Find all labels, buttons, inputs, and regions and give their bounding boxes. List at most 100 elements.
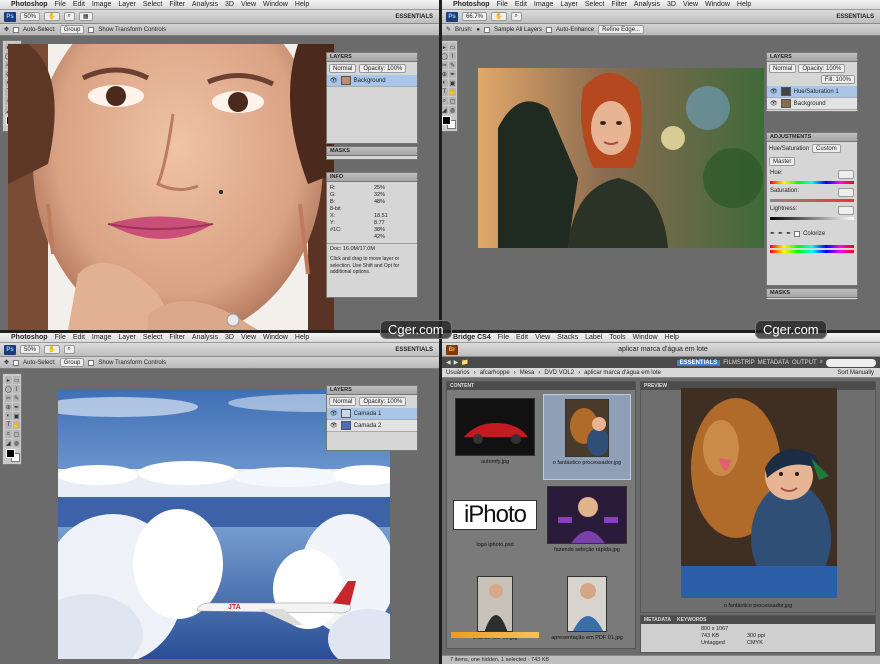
workspace-essentials[interactable]: ESSENTIALS: [676, 359, 721, 366]
saturation-field[interactable]: [838, 188, 854, 197]
tool-icon[interactable]: ▭: [448, 43, 457, 51]
tool-icon[interactable]: ⊕: [5, 403, 12, 411]
menu-file[interactable]: File: [497, 1, 508, 8]
menu-layer[interactable]: Layer: [118, 1, 136, 8]
tool-icon[interactable]: ▭: [12, 376, 21, 384]
move-tool-icon[interactable]: ✥: [4, 359, 9, 366]
auto-enhance-checkbox[interactable]: [546, 26, 553, 33]
sample-all-checkbox[interactable]: [484, 26, 490, 33]
fill-field[interactable]: Fill: 100%: [820, 75, 855, 84]
channel-dropdown[interactable]: Master: [769, 157, 796, 166]
layer-row[interactable]: 👁 Background: [327, 75, 417, 87]
group-dropdown[interactable]: Group: [59, 25, 85, 34]
zoom-tool-icon[interactable]: ⌕: [63, 12, 75, 21]
menu-stacks[interactable]: Stacks: [557, 334, 578, 341]
tool-icon[interactable]: ✒: [448, 70, 457, 78]
tool-icon[interactable]: ▣: [448, 79, 457, 87]
hand-tool-icon[interactable]: ✋: [44, 345, 60, 354]
menu-window[interactable]: Window: [263, 1, 288, 8]
workspace-switcher[interactable]: ESSENTIALS: [395, 14, 433, 20]
hue-slider[interactable]: [770, 181, 854, 184]
tool-icon[interactable]: ◯: [442, 52, 448, 60]
menu-help[interactable]: Help: [737, 1, 751, 8]
menu-view[interactable]: View: [535, 334, 550, 341]
menu-3d[interactable]: 3D: [225, 1, 234, 8]
tab-keywords[interactable]: KEYWORDS: [677, 617, 706, 623]
menu-view[interactable]: View: [241, 1, 256, 8]
layer-row[interactable]: 👁 Camada 2: [327, 420, 417, 432]
tool-icon[interactable]: ⌕: [5, 430, 12, 438]
forward-icon[interactable]: ▶: [454, 359, 459, 366]
tool-icon[interactable]: ✎: [12, 394, 21, 402]
menu-image[interactable]: Image: [534, 1, 553, 8]
breadcrumb-item[interactable]: Mesa: [520, 370, 535, 376]
menu-photoshop[interactable]: Photoshop: [11, 1, 48, 8]
tool-icon[interactable]: ✂: [442, 61, 448, 69]
tool-icon[interactable]: ◐: [442, 79, 448, 87]
menu-photoshop[interactable]: Photoshop: [453, 1, 490, 8]
quick-selection-icon[interactable]: ✎: [446, 26, 451, 33]
zoom-tool-icon[interactable]: ⌕: [510, 12, 522, 21]
tool-icon[interactable]: ▢: [12, 430, 21, 438]
lightness-field[interactable]: [838, 206, 854, 215]
tool-icon[interactable]: ✋: [448, 88, 457, 96]
menu-file[interactable]: File: [55, 1, 66, 8]
menu-help[interactable]: Help: [295, 1, 309, 8]
back-icon[interactable]: ◀: [446, 359, 451, 366]
list-item[interactable]: fazendo seleção rápida.jpg: [543, 482, 631, 568]
breadcrumb-item[interactable]: afcarhoppe: [480, 370, 510, 376]
menu-window[interactable]: Window: [263, 334, 288, 341]
workspace-switcher[interactable]: ESSENTIALS: [836, 14, 874, 20]
transform-checkbox[interactable]: [88, 26, 95, 33]
menu-analysis[interactable]: Analysis: [192, 1, 218, 8]
lightness-slider[interactable]: [770, 217, 854, 220]
list-item[interactable]: apresentação em PDF 01.jpg: [543, 572, 631, 658]
menu-bridge[interactable]: Bridge CS4: [453, 334, 491, 341]
menu-file[interactable]: File: [498, 334, 509, 341]
hue-field[interactable]: [838, 170, 854, 179]
blend-mode-dropdown[interactable]: Normal: [329, 64, 357, 73]
list-item[interactable]: criando site 01.jpg: [451, 572, 539, 658]
zoom-dropdown[interactable]: 50%: [20, 345, 41, 354]
tool-icon[interactable]: T: [5, 421, 12, 429]
document-canvas[interactable]: [478, 68, 764, 248]
eye-icon[interactable]: 👁: [770, 88, 778, 95]
zoom-tool-icon[interactable]: ⌕: [63, 345, 75, 354]
tool-icon[interactable]: ⌇: [448, 52, 457, 60]
eye-icon[interactable]: 👁: [330, 410, 338, 417]
menu-edit[interactable]: Edit: [515, 1, 527, 8]
eye-icon[interactable]: 👁: [330, 77, 338, 84]
list-item[interactable]: iPhoto logo iphoto.psd: [451, 482, 539, 568]
tool-icon[interactable]: ◐: [5, 412, 12, 420]
opacity-field[interactable]: Opacity: 100%: [359, 64, 407, 73]
menu-photoshop[interactable]: Photoshop: [11, 334, 48, 341]
menu-layer[interactable]: Layer: [118, 334, 136, 341]
tool-icon[interactable]: ✂: [5, 394, 12, 402]
workspace-metadata[interactable]: METADATA: [758, 360, 789, 366]
tool-icon[interactable]: ▣: [12, 412, 21, 420]
menu-filter[interactable]: Filter: [169, 1, 185, 8]
transform-checkbox[interactable]: [88, 359, 95, 366]
tool-icon[interactable]: ▸: [442, 43, 448, 51]
menu-view[interactable]: View: [241, 334, 256, 341]
menu-layer[interactable]: Layer: [560, 1, 578, 8]
brush-preview-icon[interactable]: ●: [476, 27, 480, 33]
tool-icon[interactable]: ✎: [448, 61, 457, 69]
tool-icon[interactable]: T: [442, 88, 448, 96]
workspace-switcher[interactable]: ESSENTIALS: [395, 347, 433, 353]
menu-tools[interactable]: Tools: [609, 334, 625, 341]
document-canvas[interactable]: [8, 44, 334, 330]
eyedropper-plus-icon[interactable]: ✒: [778, 230, 783, 237]
layer-row[interactable]: 👁 Hue/Saturation 1: [767, 86, 857, 98]
eye-icon[interactable]: 👁: [770, 100, 778, 107]
blend-mode-dropdown[interactable]: Normal: [769, 64, 797, 73]
menu-analysis[interactable]: Analysis: [192, 334, 218, 341]
opacity-field[interactable]: Opacity: 100%: [798, 64, 846, 73]
tool-icon[interactable]: ◯: [5, 385, 12, 393]
tool-icon[interactable]: ▢: [448, 97, 457, 105]
hand-tool-icon[interactable]: ✋: [491, 12, 507, 21]
eyedropper-icon[interactable]: ✒: [770, 230, 775, 237]
menu-filter[interactable]: Filter: [169, 334, 185, 341]
menu-select[interactable]: Select: [585, 1, 604, 8]
tool-icon[interactable]: ✋: [12, 421, 21, 429]
